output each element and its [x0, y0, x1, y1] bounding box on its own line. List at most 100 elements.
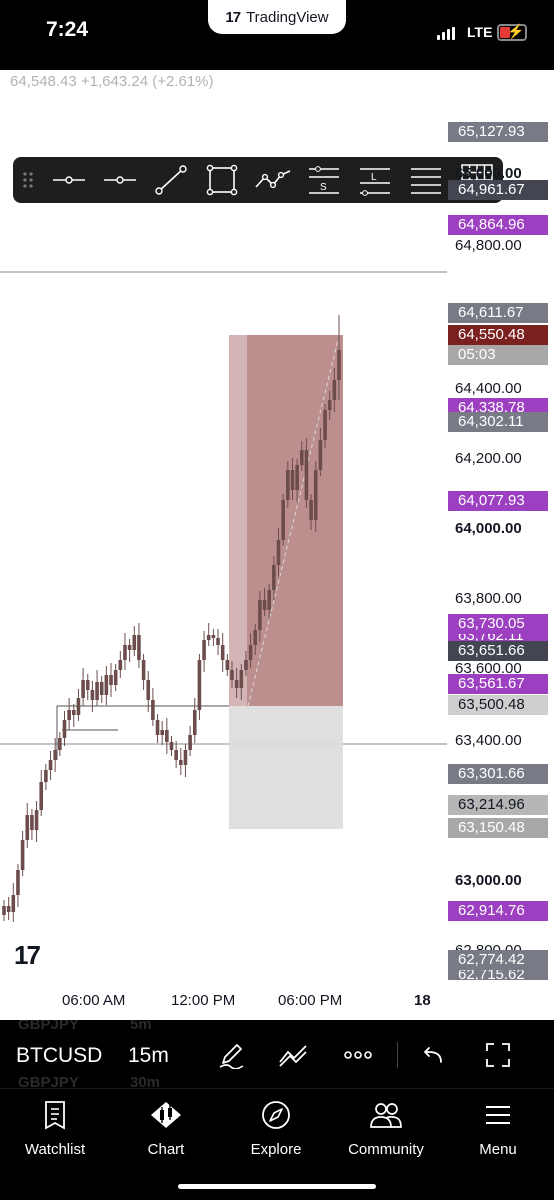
candle-body [127, 645, 132, 650]
nav-label: Community [348, 1141, 424, 1158]
price-tag: 64,864.96 [448, 215, 548, 235]
price-tag: 63,500.48 [448, 695, 548, 715]
candle-body [109, 675, 113, 685]
candle-body [113, 670, 118, 685]
time-label: 06:00 PM [278, 992, 343, 1009]
status-time: 7:24 [46, 18, 89, 41]
candle-body [53, 750, 57, 760]
horizontal-ray-tool[interactable] [94, 157, 145, 203]
price-tag: 65,127.93 [448, 122, 548, 142]
path-tool[interactable] [247, 157, 298, 203]
drawing-button[interactable] [214, 1038, 248, 1072]
rectangle-tool[interactable] [196, 157, 247, 203]
more-button[interactable] [341, 1038, 375, 1072]
ghost-interval: 30m [130, 1074, 161, 1088]
bar-countdown-tag: 05:03 [448, 345, 548, 365]
candle-body [67, 710, 71, 720]
candle-body [76, 698, 81, 715]
candle-body [253, 630, 258, 645]
candle-body [295, 465, 299, 490]
parallel-lines-tool[interactable] [400, 157, 451, 203]
price-label: 63,400.00 [455, 732, 522, 749]
candle-body [71, 710, 76, 715]
status-bar: 7:24 17 TradingView LTE ⚡ [0, 0, 554, 70]
nav-explore[interactable]: Explore [221, 1099, 331, 1158]
price-tag: 62,774.42 [448, 950, 548, 970]
battery-icon: ⚡ [497, 23, 527, 41]
nav-watchlist[interactable]: Watchlist [0, 1099, 110, 1158]
candle-body [11, 895, 16, 912]
home-indicator [178, 1184, 376, 1189]
candle-body [151, 700, 155, 720]
candle-body [85, 680, 90, 690]
candle-body [155, 720, 160, 735]
price-label: 63,800.00 [455, 590, 522, 607]
time-label: 06:00 AM [62, 992, 126, 1009]
nav-menu[interactable]: Menu [443, 1099, 553, 1158]
candle-body [165, 730, 169, 742]
candle-body [267, 590, 272, 610]
fullscreen-icon [486, 1043, 510, 1067]
candle-body [304, 450, 309, 500]
app-indicator-pill[interactable]: 17 TradingView [208, 0, 346, 34]
price-tag: 64,302.11 [448, 412, 548, 432]
ghost-symbol: GBPJPY [18, 1074, 79, 1088]
symbol-selector[interactable]: BTCUSD [16, 1044, 102, 1068]
nav-community[interactable]: Community [331, 1099, 441, 1158]
tradingview-logo-icon: 17 [225, 8, 241, 26]
time-label: 18 [414, 992, 431, 1009]
trend-line-icon [154, 165, 187, 195]
people-icon [370, 1103, 402, 1128]
indicators-button[interactable] [276, 1038, 310, 1072]
fullscreen-button[interactable] [481, 1038, 515, 1072]
candle-body [206, 635, 211, 640]
hamburger-icon [486, 1106, 510, 1124]
network-type: LTE [467, 24, 493, 40]
undo-icon [424, 1047, 442, 1063]
ghost-symbol: GBPJPY [18, 1020, 79, 1033]
candle-body [299, 450, 304, 465]
candle-body [313, 470, 318, 520]
price-tag: 63,150.48 [448, 818, 548, 838]
nav-label: Watchlist [24, 1141, 86, 1158]
price-label: 64,200.00 [455, 450, 522, 467]
l-lines-tool[interactable]: L [349, 157, 400, 203]
ghost-interval: 5m [130, 1020, 152, 1033]
chart-area[interactable]: 64,548.43 +1,643.24 (+2.61%) S L 65,000.… [0, 70, 554, 1020]
price-summary: 64,548.43 +1,643.24 (+2.61%) [10, 73, 214, 90]
s-lines-tool[interactable]: S [298, 157, 349, 203]
candle-body [58, 738, 62, 750]
nav-chart[interactable]: Chart [111, 1099, 221, 1158]
candle-body [290, 470, 295, 490]
candle-body [244, 660, 248, 670]
drag-handle-icon[interactable] [13, 157, 43, 203]
undo-button[interactable] [416, 1038, 450, 1072]
symbol-bar: GBPJPY 5m GBPJPY 30m BTCUSD 15m [0, 1020, 554, 1088]
price-label: 64,800.00 [455, 237, 522, 254]
candle-body [327, 400, 332, 410]
candle-body [132, 635, 137, 650]
tradingview-watermark-icon: 17 [14, 940, 41, 970]
nav-label: Menu [479, 1141, 517, 1158]
price-label: 64,400.00 [455, 380, 522, 397]
candle-body [202, 640, 206, 660]
candle-body [318, 440, 323, 470]
interval-selector[interactable]: 15m [128, 1044, 169, 1068]
candle-body [6, 906, 11, 912]
candle-body [225, 660, 230, 670]
horizontal-line-tool[interactable] [43, 157, 94, 203]
trend-line-tool[interactable] [145, 157, 196, 203]
price-tag: 64,077.93 [448, 491, 548, 511]
price-tag: 62,914.76 [448, 901, 548, 921]
candle-body [62, 720, 67, 738]
candle-body [81, 680, 85, 698]
candle-body [160, 730, 164, 735]
candle-body [48, 760, 53, 770]
last-price-tag: 64,550.48 [448, 325, 548, 345]
candle-body [276, 540, 281, 565]
time-label: 12:00 PM [171, 992, 236, 1009]
drawing-toolbar: S L [13, 157, 503, 203]
price-label: 64,000.00 [455, 520, 522, 537]
candle-body [272, 565, 276, 590]
candle-body [234, 680, 239, 688]
